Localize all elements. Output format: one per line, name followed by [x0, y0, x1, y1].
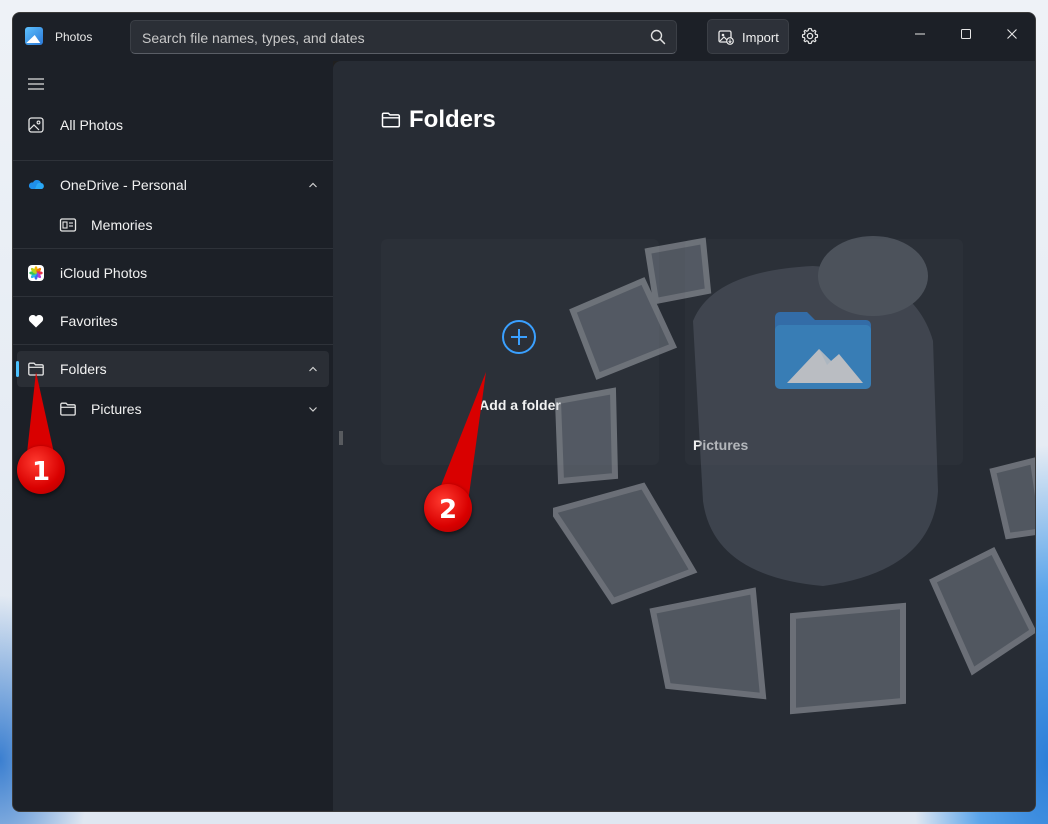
page-title: Folders: [409, 106, 496, 133]
sidebar-divider: [13, 248, 333, 249]
folder-icon: [28, 362, 44, 376]
sidebar-item-icloud-photos[interactable]: iCloud Photos: [17, 255, 329, 291]
pictures-folder-card[interactable]: Pictures: [685, 239, 963, 465]
search-icon[interactable]: [650, 29, 666, 45]
import-label: Import: [742, 30, 779, 45]
maximize-icon: [961, 29, 971, 39]
heart-icon: [28, 314, 44, 328]
sidebar-item-label: Favorites: [60, 313, 118, 329]
close-icon: [1007, 29, 1017, 39]
cloud-icon: [28, 180, 44, 189]
sidebar-item-favorites[interactable]: Favorites: [17, 303, 329, 339]
sidebar-item-label: OneDrive - Personal: [60, 177, 187, 193]
search-input[interactable]: Search file names, types, and dates: [142, 30, 365, 46]
memories-icon: [59, 218, 77, 232]
callout-2: 2: [424, 484, 472, 532]
add-circle-icon[interactable]: [501, 319, 537, 355]
minimize-icon: [915, 33, 925, 35]
import-button[interactable]: Import: [707, 19, 789, 54]
maximize-button[interactable]: [943, 19, 989, 49]
sidebar-divider: [13, 160, 333, 161]
sidebar-item-label: Pictures: [91, 401, 142, 417]
chevron-up-icon[interactable]: [307, 363, 319, 375]
minimize-button[interactable]: [897, 19, 943, 49]
sidebar-item-label: Memories: [91, 217, 153, 233]
callout-number: 1: [31, 457, 51, 487]
sidebar-item-label: iCloud Photos: [60, 265, 148, 281]
callout-1: 1: [17, 446, 65, 494]
add-folder-card[interactable]: Add a folder: [381, 239, 659, 465]
callout-number: 2: [438, 495, 458, 525]
chevron-up-icon[interactable]: [307, 179, 319, 191]
pictures-folder-label: Pictures: [693, 437, 749, 453]
pictures-folder-icon: [775, 312, 871, 389]
title-bar: Photos Search file names, types, and dat…: [13, 13, 1035, 61]
folder-icon: [381, 112, 401, 128]
chevron-down-icon[interactable]: [307, 403, 319, 415]
sidebar-item-memories[interactable]: Memories: [17, 207, 329, 243]
photos-app-icon: [25, 27, 43, 45]
sidebar-divider: [13, 344, 333, 345]
gear-icon[interactable]: [801, 27, 819, 45]
icloud-photos-icon: [28, 265, 44, 281]
pane-resize-handle[interactable]: [339, 431, 343, 445]
hamburger-menu-icon[interactable]: [27, 76, 45, 92]
folder-icon: [60, 402, 76, 416]
search-box[interactable]: Search file names, types, and dates: [130, 20, 677, 54]
app-title: Photos: [55, 30, 93, 44]
sidebar-item-all-photos[interactable]: All Photos: [17, 107, 329, 143]
sidebar-item-label: All Photos: [60, 117, 124, 133]
sidebar-item-pictures[interactable]: Pictures: [17, 391, 329, 427]
photos-window: Photos Search file names, types, and dat…: [12, 12, 1036, 812]
import-icon: [718, 30, 734, 45]
sidebar-item-folders[interactable]: Folders: [16, 351, 329, 387]
sidebar-divider: [13, 296, 333, 297]
sidebar-item-label: Folders: [60, 361, 107, 377]
main-content: Folders Add a folder Pictures: [333, 61, 1035, 811]
sidebar-item-onedrive[interactable]: OneDrive - Personal: [17, 167, 329, 203]
close-button[interactable]: [989, 19, 1035, 49]
add-folder-label: Add a folder: [479, 397, 561, 413]
image-icon: [28, 117, 44, 133]
selection-indicator: [16, 361, 19, 377]
navigation-sidebar: All Photos OneDrive - Personal Memories: [13, 61, 333, 811]
